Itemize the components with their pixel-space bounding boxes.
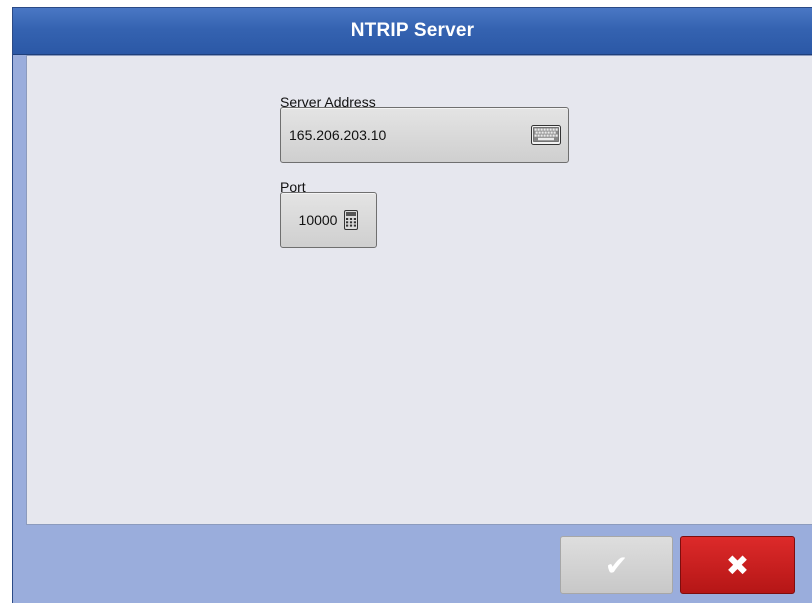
close-icon: ✖: [725, 548, 750, 582]
dialog-title: NTRIP Server: [350, 20, 475, 41]
cancel-button[interactable]: ✖: [680, 536, 795, 594]
server-address-value: 165.206.203.10: [289, 127, 387, 143]
title-bar: NTRIP Server: [13, 8, 812, 55]
confirm-button[interactable]: ✔: [560, 536, 673, 594]
port-value: 10000: [298, 212, 338, 228]
checkmark-icon: ✔: [604, 548, 629, 582]
keyboard-icon: [531, 125, 561, 145]
port-field[interactable]: 10000: [280, 192, 377, 248]
server-address-field[interactable]: 165.206.203.10: [280, 107, 569, 163]
calculator-icon: [344, 210, 359, 230]
content-panel: Server Address 165.206.203.10 Port 10000: [26, 55, 812, 525]
ntrip-server-dialog: NTRIP Server Server Address 165.206.203.…: [12, 7, 812, 603]
